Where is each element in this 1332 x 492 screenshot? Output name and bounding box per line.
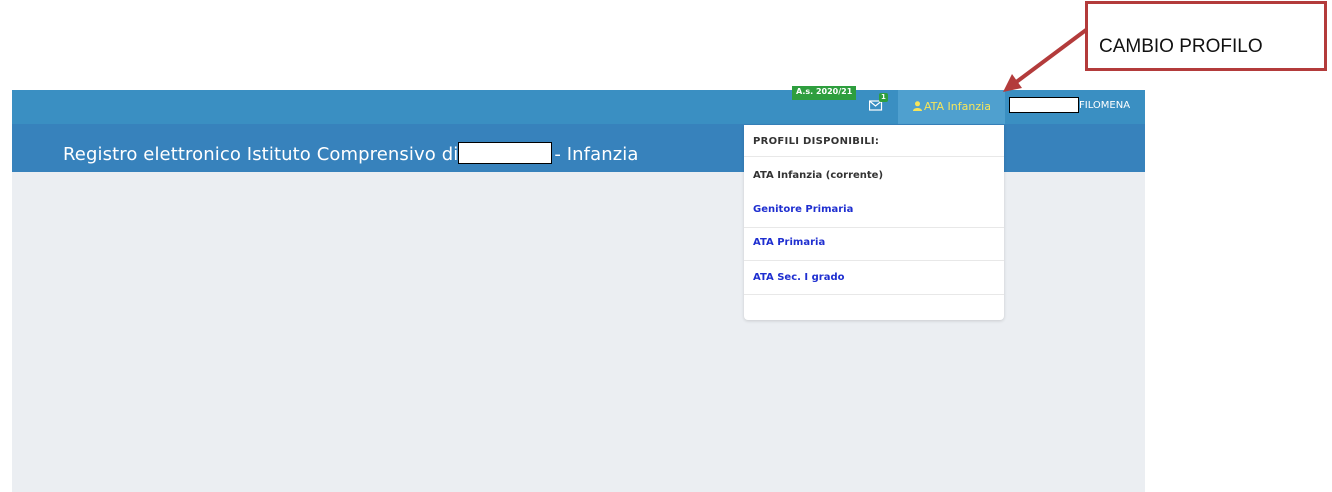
callout-arrow [1003,28,1088,92]
